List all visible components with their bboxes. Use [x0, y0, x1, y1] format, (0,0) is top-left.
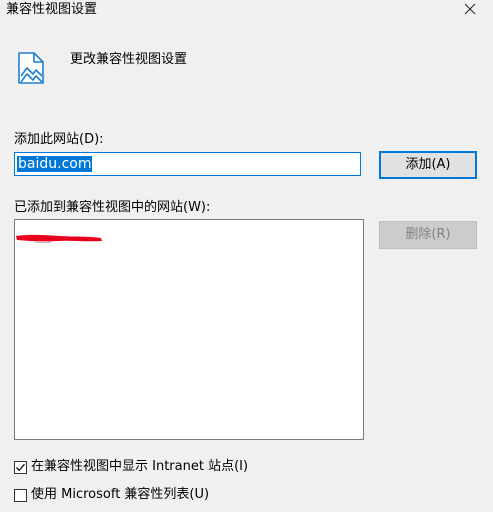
- checkmark-icon: [16, 463, 25, 471]
- close-icon: [464, 3, 476, 15]
- title-bar: 兼容性视图设置: [0, 0, 493, 30]
- window-title: 兼容性视图设置: [6, 2, 98, 17]
- add-site-value: baidu.com: [17, 156, 93, 172]
- microsoft-list-option-label: 使用 Microsoft 兼容性列表(U): [31, 487, 210, 502]
- compatibility-view-dialog: 兼容性视图设置 更改兼容性视图设置 添加此网站(D): baidu.com 添加…: [0, 0, 493, 512]
- dialog-heading: 更改兼容性视图设置: [70, 52, 188, 67]
- added-sites-label: 已添加到兼容性视图中的网站(W):: [14, 200, 211, 215]
- added-sites-list[interactable]: [14, 219, 364, 440]
- add-site-label: 添加此网站(D):: [14, 132, 104, 147]
- intranet-option-label: 在兼容性视图中显示 Intranet 站点(I): [31, 459, 249, 474]
- compatibility-view-icon: [18, 52, 44, 84]
- microsoft-list-checkbox[interactable]: [14, 488, 27, 502]
- redaction-mark: [16, 234, 102, 244]
- add-button[interactable]: 添加(A): [379, 151, 477, 179]
- list-item[interactable]: [15, 230, 105, 249]
- add-site-input[interactable]: baidu.com: [14, 152, 361, 176]
- close-button[interactable]: [459, 0, 481, 20]
- intranet-option[interactable]: 在兼容性视图中显示 Intranet 站点(I): [14, 459, 248, 475]
- remove-button[interactable]: 删除(R): [379, 221, 477, 249]
- intranet-checkbox[interactable]: [14, 460, 27, 474]
- microsoft-list-option[interactable]: 使用 Microsoft 兼容性列表(U): [14, 487, 209, 503]
